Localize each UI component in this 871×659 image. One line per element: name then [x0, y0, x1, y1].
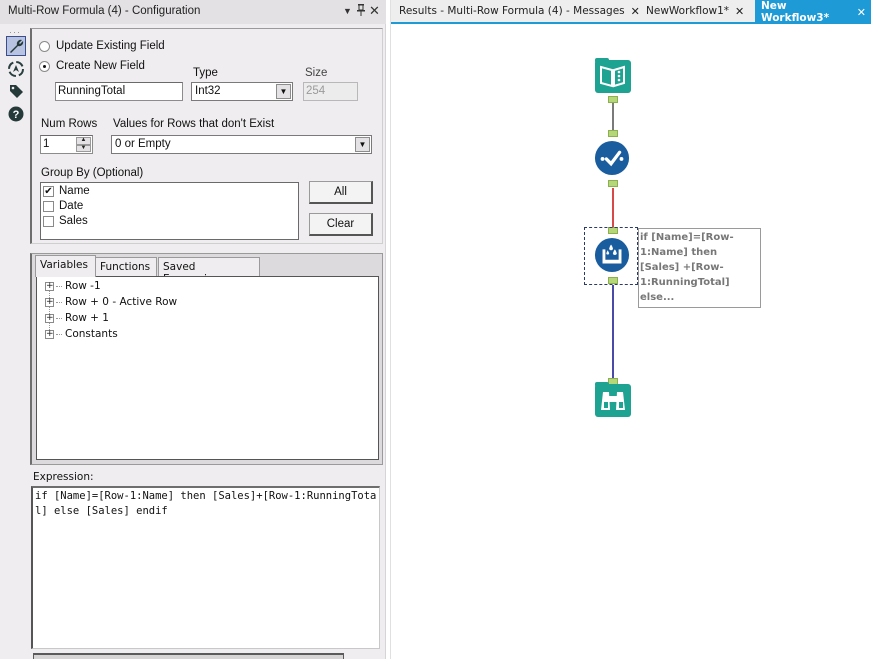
panel-title: Multi-Row Formula (4) - Configuration [8, 5, 201, 17]
tree-item-label: Row -1 [65, 280, 101, 292]
select-tool[interactable] [594, 140, 630, 176]
clear-button[interactable]: Clear [309, 213, 373, 236]
dropdown-icon[interactable]: ▼ [343, 6, 352, 16]
nonexist-rows-label: Values for Rows that don't Exist [113, 118, 275, 130]
tab-new-workflow3[interactable]: New Workflow3* ✕ [755, 0, 871, 24]
tool-annotation: if [Name]=[Row-1:Name] then [Sales] +[Ro… [638, 228, 761, 308]
nonexist-rows-value: 0 or Empty [115, 138, 171, 150]
pin-icon[interactable] [356, 4, 366, 19]
book-icon [595, 58, 631, 93]
expand-icon[interactable]: + [45, 329, 54, 339]
type-value: Int32 [195, 85, 221, 97]
tree-item-label: Row + 0 - Active Row [65, 296, 178, 308]
num-rows-value: 1 [43, 138, 50, 150]
tab-label: New Workflow3* [761, 0, 830, 24]
variables-tree[interactable]: + Row -1 + Row + 0 - Active Row + Row + … [36, 276, 379, 460]
help-icon[interactable]: ? [6, 104, 26, 124]
group-by-item-date[interactable]: Date [43, 200, 83, 212]
update-existing-label: Update Existing Field [56, 40, 165, 52]
formula-bucket-icon [594, 237, 630, 273]
expression-editor[interactable]: if [Name]=[Row-1:Name] then [Sales]+[Row… [31, 486, 380, 649]
new-field-name-input[interactable]: RunningTotal [55, 82, 183, 101]
expand-icon[interactable]: + [45, 297, 54, 307]
close-icon[interactable]: ✕ [631, 5, 640, 18]
tab-label: NewWorkflow1* [646, 5, 730, 17]
name-checkbox[interactable]: ✔ [43, 185, 54, 197]
tree-item-constants[interactable]: + Constants [45, 328, 118, 340]
group-by-item-sales[interactable]: Sales [43, 215, 88, 227]
group-by-item-label: Name [59, 185, 90, 197]
close-icon[interactable]: ✕ [369, 3, 380, 19]
tree-item-row-plus-1[interactable]: + Row + 1 [45, 312, 109, 324]
input-anchor[interactable] [608, 130, 618, 137]
binoculars-icon [595, 382, 631, 417]
panel-titlebar: Multi-Row Formula (4) - Configuration ▼ … [0, 0, 386, 24]
horizontal-scrollbar[interactable] [33, 653, 344, 659]
variables-frame: Variables Functions Saved Expressions + … [30, 253, 383, 465]
group-by-list[interactable]: ✔ Name Date Sales [40, 182, 299, 240]
document-tabbar: Results - Multi-Row Formula (4) - Messag… [391, 0, 871, 24]
nonexist-rows-select[interactable]: 0 or Empty ▼ [111, 135, 372, 154]
tab-newworkflow1[interactable]: NewWorkflow1* ✕ [640, 0, 750, 22]
side-toolbar: ··· ? [0, 24, 30, 659]
input-data-tool[interactable] [595, 58, 631, 94]
checkmark-icon [594, 140, 630, 176]
connection-line [612, 188, 614, 228]
update-existing-radio[interactable] [39, 40, 50, 52]
sales-checkbox[interactable] [43, 215, 54, 227]
tag-icon[interactable] [6, 81, 26, 101]
size-label: Size [305, 67, 328, 79]
chevron-down-icon[interactable]: ▼ [355, 137, 370, 152]
multi-row-formula-tool[interactable] [594, 237, 630, 273]
date-checkbox[interactable] [43, 200, 54, 212]
tree-item-active-row[interactable]: + Row + 0 - Active Row [45, 296, 177, 308]
expand-icon[interactable]: + [45, 281, 54, 291]
group-by-item-label: Sales [59, 215, 88, 227]
spin-up-icon[interactable]: ▲ [76, 137, 91, 145]
svg-text:?: ? [13, 109, 20, 121]
output-anchor[interactable] [608, 96, 618, 103]
num-rows-stepper[interactable]: 1 ▲ ▼ [40, 135, 93, 154]
tab-results-messages[interactable]: Results - Multi-Row Formula (4) - Messag… [393, 0, 646, 22]
configuration-panel: Multi-Row Formula (4) - Configuration ▼ … [0, 0, 386, 659]
close-icon[interactable]: ✕ [857, 6, 866, 19]
tab-label: Results - Multi-Row Formula (4) - Messag… [399, 5, 625, 17]
workflow-canvas[interactable]: Results - Multi-Row Formula (4) - Messag… [390, 0, 871, 659]
wrench-icon[interactable] [6, 36, 26, 56]
expand-icon[interactable]: + [45, 313, 54, 323]
create-new-field-option[interactable]: Create New Field [39, 60, 145, 72]
tree-item-label: Row + 1 [65, 312, 109, 324]
tab-variables[interactable]: Variables [35, 255, 96, 277]
type-select[interactable]: Int32 ▼ [191, 82, 293, 101]
tab-saved-expressions[interactable]: Saved Expressions [158, 257, 260, 285]
create-new-radio[interactable] [39, 60, 50, 72]
connection-line [612, 103, 614, 132]
type-label: Type [193, 67, 218, 79]
tree-item-label: Constants [65, 328, 118, 340]
chevron-down-icon[interactable]: ▼ [276, 84, 291, 99]
expression-label: Expression: [33, 471, 94, 483]
tab-functions[interactable]: Functions [95, 257, 157, 276]
spin-down-icon[interactable]: ▼ [76, 144, 91, 152]
navigation-icon[interactable] [6, 59, 26, 79]
create-new-label: Create New Field [56, 60, 145, 72]
num-rows-spinner[interactable]: ▲ ▼ [76, 137, 91, 152]
num-rows-label: Num Rows [41, 118, 98, 130]
browse-tool[interactable] [595, 382, 631, 418]
close-icon[interactable]: ✕ [735, 5, 744, 18]
group-by-item-label: Date [59, 200, 84, 212]
tree-item-row-minus-1[interactable]: + Row -1 [45, 280, 101, 292]
all-button[interactable]: All [309, 181, 373, 204]
size-input: 254 [303, 82, 358, 101]
group-by-item-name[interactable]: ✔ Name [43, 185, 90, 197]
connection-line [612, 285, 614, 381]
output-anchor[interactable] [608, 180, 618, 187]
output-anchor[interactable] [608, 277, 618, 284]
group-by-label: Group By (Optional) [41, 167, 144, 179]
update-existing-field-option[interactable]: Update Existing Field [39, 40, 165, 52]
